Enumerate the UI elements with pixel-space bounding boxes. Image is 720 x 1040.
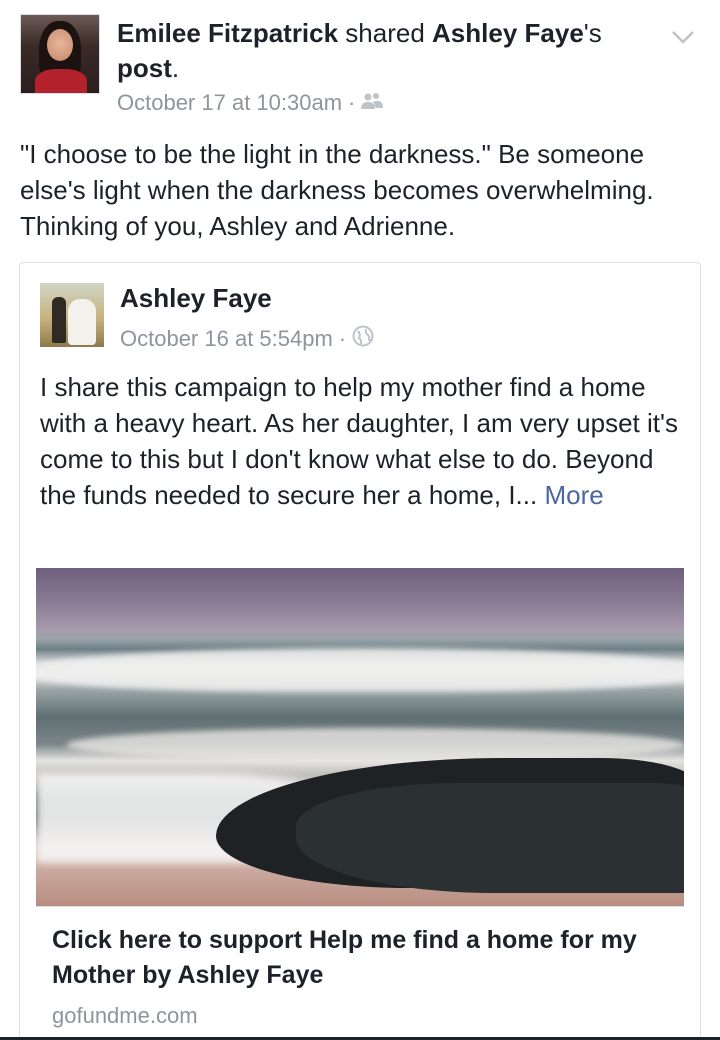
timestamp[interactable]: October 17 at 10:30am	[117, 90, 342, 116]
post-header: Emilee Fitzpatrick shared Ashley Faye's p…	[20, 14, 700, 124]
possessive: 's	[583, 18, 602, 48]
avatar[interactable]	[20, 14, 100, 94]
shared-timestamp[interactable]: October 16 at 5:54pm	[120, 326, 333, 352]
avatar-face	[47, 29, 73, 61]
period: .	[171, 53, 180, 83]
friends-icon[interactable]	[361, 90, 384, 116]
wave-crest	[66, 728, 684, 762]
wave-crest	[36, 648, 684, 692]
link-preview-caption[interactable]: Click here to support Help me find a hom…	[36, 906, 684, 1040]
shared-avatar[interactable]	[40, 283, 104, 347]
shared-author-name[interactable]: Ashley Faye	[120, 283, 272, 314]
link-domain: gofundme.com	[52, 1003, 198, 1028]
shared-meta: October 16 at 5:54pm ·	[120, 325, 374, 353]
globe-icon[interactable]	[352, 325, 374, 353]
link-title[interactable]: Click here to support Help me find a hom…	[52, 923, 652, 993]
avatar-dress	[35, 69, 87, 93]
shared-post-text: I share this campaign to help my mother …	[40, 369, 685, 513]
jetty-rocks	[296, 783, 684, 893]
author-name[interactable]: Emilee Fitzpatrick	[117, 18, 338, 48]
more-link[interactable]: More	[544, 480, 603, 510]
meta-separator: ·	[348, 90, 356, 115]
shared-action: shared	[338, 18, 433, 48]
link-preview-image[interactable]	[36, 568, 684, 906]
header-text: Emilee Fitzpatrick shared Ashley Faye's p…	[117, 16, 657, 116]
header-line: Emilee Fitzpatrick shared Ashley Faye's p…	[117, 16, 657, 86]
post-link[interactable]: post	[117, 53, 172, 83]
avatar-bride	[68, 299, 96, 345]
shared-post-card[interactable]: Ashley Faye October 16 at 5:54pm · I sha…	[19, 262, 701, 1040]
avatar-groom	[52, 297, 66, 343]
post-meta: October 17 at 10:30am ·	[117, 90, 657, 116]
shared-from-name[interactable]: Ashley Faye	[432, 18, 584, 48]
shared-meta-separator: ·	[338, 326, 347, 351]
chevron-down-icon[interactable]	[670, 24, 696, 50]
post-text: "I choose to be the light in the darknes…	[20, 139, 654, 241]
